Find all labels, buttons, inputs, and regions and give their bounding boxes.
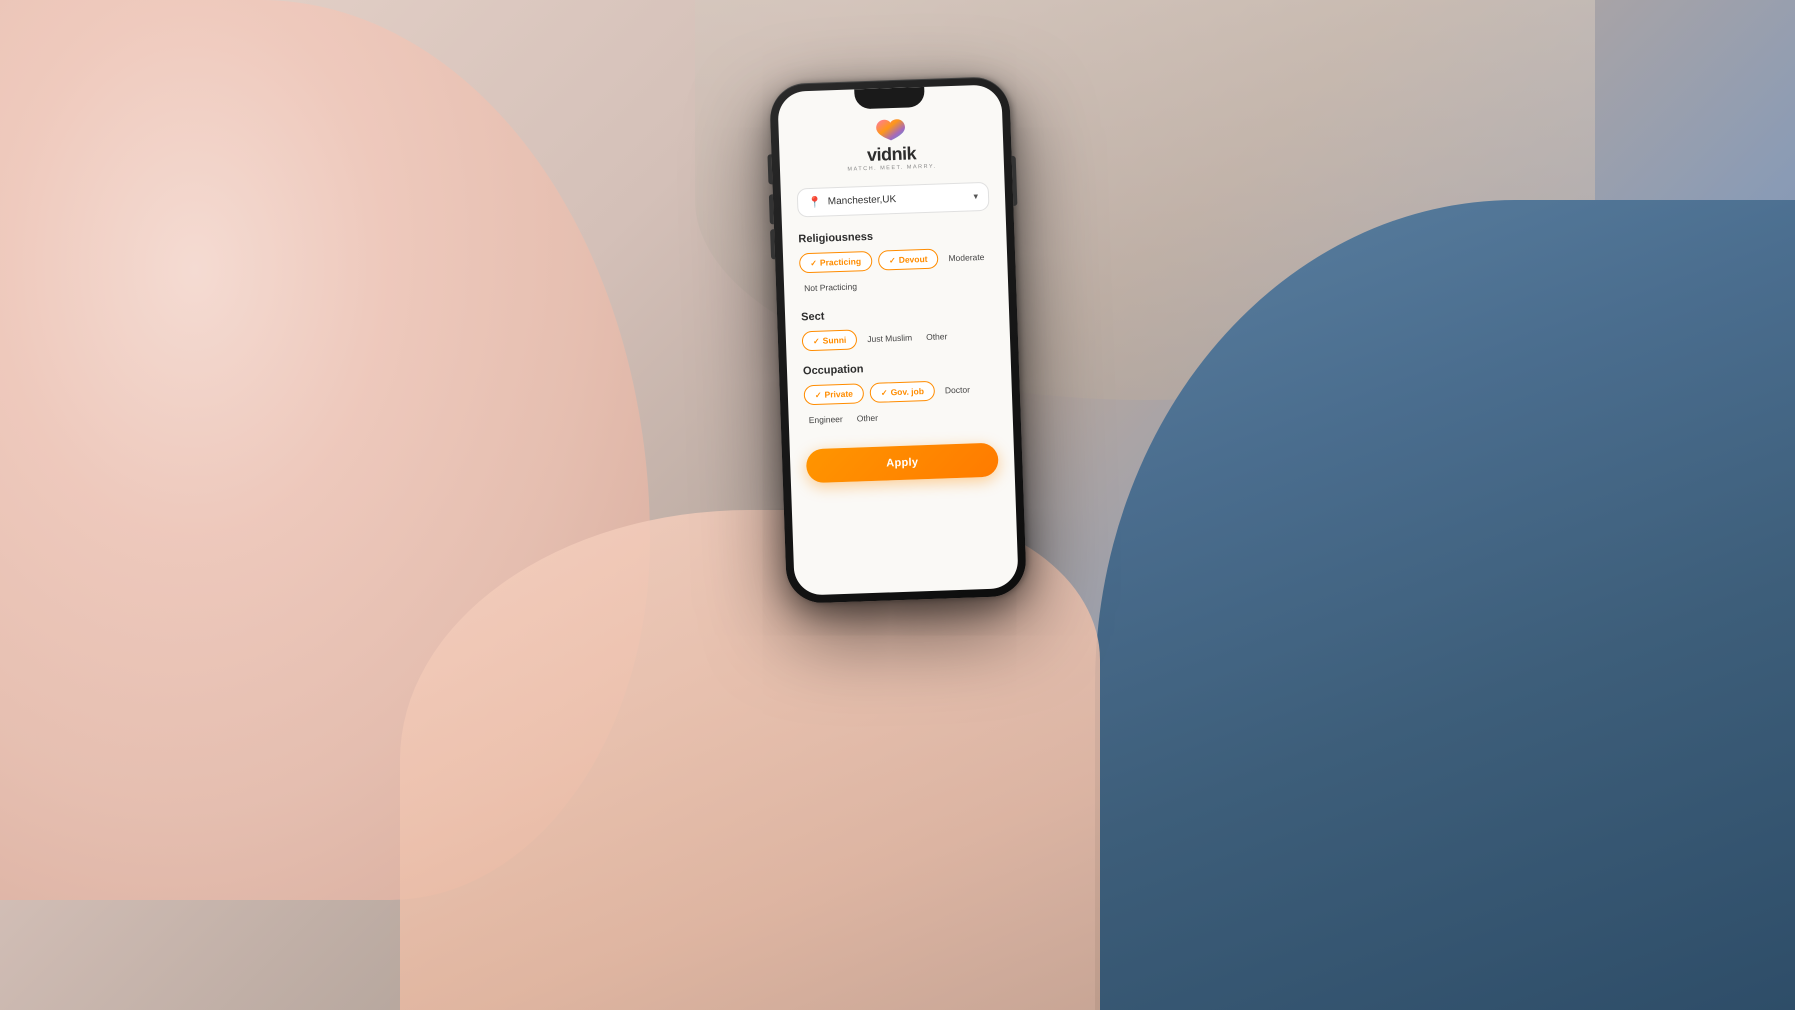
location-dropdown[interactable]: 📍 Manchester,UK ▾ xyxy=(796,182,989,218)
logo-area: vidnik MATCH. MEET. MARRY. xyxy=(794,113,988,175)
tag-private[interactable]: ✓ Private xyxy=(803,383,864,405)
phone-outer-shell: vidnik MATCH. MEET. MARRY. 📍 Manchester,… xyxy=(768,76,1026,604)
tag-not-practicing[interactable]: Not Practicing xyxy=(799,277,861,297)
app-content: vidnik MATCH. MEET. MARRY. 📍 Manchester,… xyxy=(777,84,1018,596)
pin-icon: 📍 xyxy=(807,196,821,209)
location-value: Manchester,UK xyxy=(827,194,896,207)
tag-doctor[interactable]: Doctor xyxy=(940,380,974,399)
occupation-title: Occupation xyxy=(802,359,994,378)
check-icon: ✓ xyxy=(810,258,817,267)
occupation-section: Occupation ✓ Private ✓ Gov. job Doctor E… xyxy=(802,359,996,430)
check-icon: ✓ xyxy=(814,390,821,399)
phone-notch xyxy=(854,87,925,109)
religiousness-tags: ✓ Practicing ✓ Devout Moderate Not Pract… xyxy=(798,247,991,298)
vidnik-logo-icon xyxy=(874,116,907,143)
religiousness-title: Religiousness xyxy=(798,227,990,246)
apply-button[interactable]: Apply xyxy=(805,443,998,484)
tag-moderate[interactable]: Moderate xyxy=(944,248,989,268)
tag-gov-job[interactable]: ✓ Gov. job xyxy=(869,381,935,403)
tag-other-occupation[interactable]: Other xyxy=(852,409,882,428)
check-icon: ✓ xyxy=(812,336,819,345)
check-icon: ✓ xyxy=(888,256,895,265)
check-icon: ✓ xyxy=(880,388,887,397)
tag-practicing[interactable]: ✓ Practicing xyxy=(798,251,871,274)
religiousness-section: Religiousness ✓ Practicing ✓ Devout Mode… xyxy=(798,227,992,298)
phone-screen: vidnik MATCH. MEET. MARRY. 📍 Manchester,… xyxy=(777,84,1018,596)
tag-other-sect[interactable]: Other xyxy=(921,327,951,346)
tag-engineer[interactable]: Engineer xyxy=(804,410,847,429)
sect-title: Sect xyxy=(800,305,992,324)
sect-section: Sect ✓ Sunni Just Muslim Other xyxy=(800,305,993,352)
occupation-tags: ✓ Private ✓ Gov. job Doctor Engineer Oth… xyxy=(803,379,996,430)
tag-just-muslim[interactable]: Just Muslim xyxy=(862,328,915,348)
phone-device: vidnik MATCH. MEET. MARRY. 📍 Manchester,… xyxy=(768,76,1026,604)
tag-devout[interactable]: ✓ Devout xyxy=(877,249,938,271)
app-tagline: MATCH. MEET. MARRY. xyxy=(847,164,936,173)
sect-tags: ✓ Sunni Just Muslim Other xyxy=(801,325,994,352)
tag-sunni[interactable]: ✓ Sunni xyxy=(801,329,857,351)
location-left: 📍 Manchester,UK xyxy=(807,193,895,209)
chevron-down-icon: ▾ xyxy=(973,191,978,202)
app-name: vidnik xyxy=(866,143,916,166)
